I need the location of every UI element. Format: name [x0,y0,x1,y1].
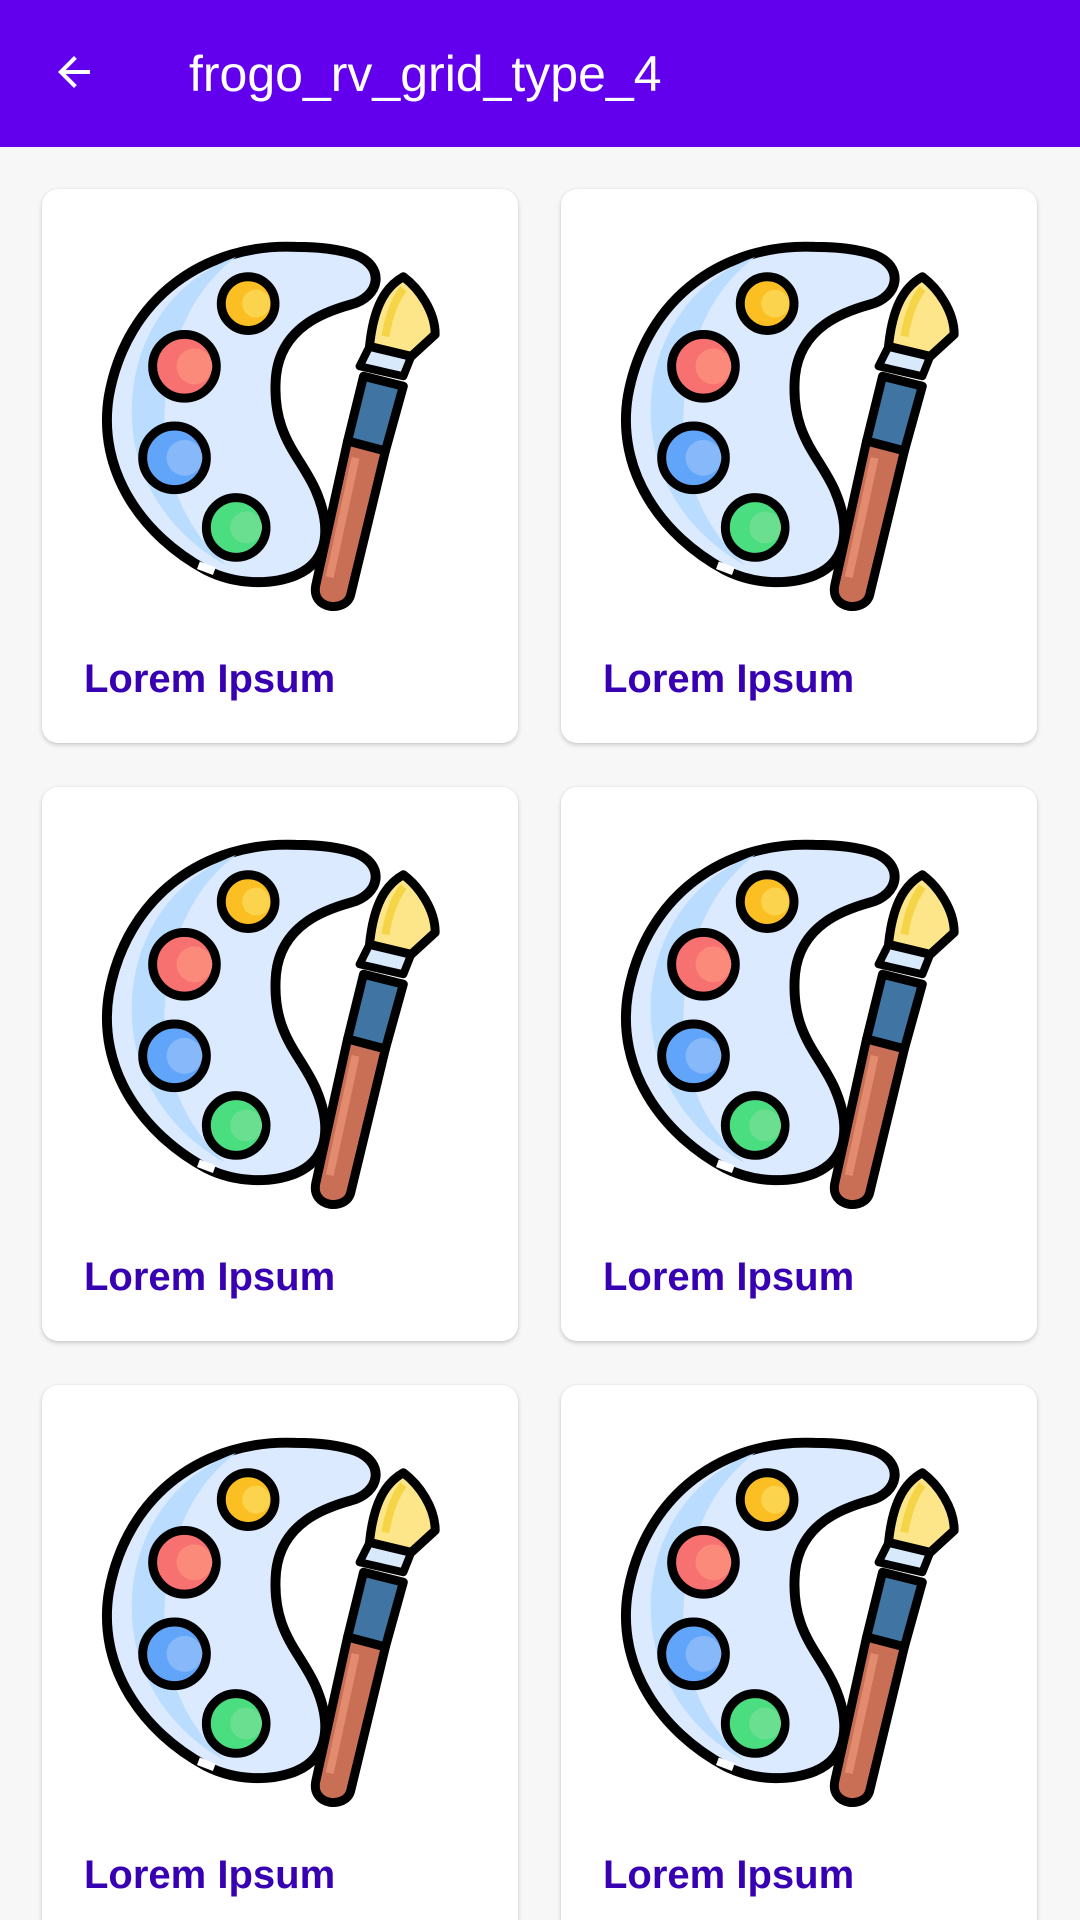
grid-item[interactable]: Lorem Ipsum [561,787,1037,1341]
page-title: frogo_rv_grid_type_4 [189,46,662,102]
item-label: Lorem Ipsum [603,1853,855,1897]
item-label: Lorem Ipsum [603,657,855,701]
grid-item[interactable]: Lorem Ipsum [561,1385,1037,1920]
item-label: Lorem Ipsum [84,1853,336,1897]
paint-palette-icon [601,825,989,1213]
paint-palette-icon [82,825,470,1213]
grid-list[interactable]: Lorem Ipsum Lorem Ipsum Lorem Ipsum Lore… [0,147,1080,1920]
app-bar: frogo_rv_grid_type_4 [0,0,1080,147]
arrow-back-icon [58,56,90,88]
paint-palette-icon [82,1423,470,1811]
item-label: Lorem Ipsum [603,1255,855,1299]
paint-palette-icon [601,1423,989,1811]
grid-item[interactable]: Lorem Ipsum [42,787,518,1341]
grid-item[interactable]: Lorem Ipsum [42,189,518,743]
grid-item[interactable]: Lorem Ipsum [561,189,1037,743]
item-label: Lorem Ipsum [84,1255,336,1299]
back-button[interactable] [44,42,104,102]
paint-palette-icon [82,227,470,615]
paint-palette-icon [601,227,989,615]
grid-item[interactable]: Lorem Ipsum [42,1385,518,1920]
item-label: Lorem Ipsum [84,657,336,701]
